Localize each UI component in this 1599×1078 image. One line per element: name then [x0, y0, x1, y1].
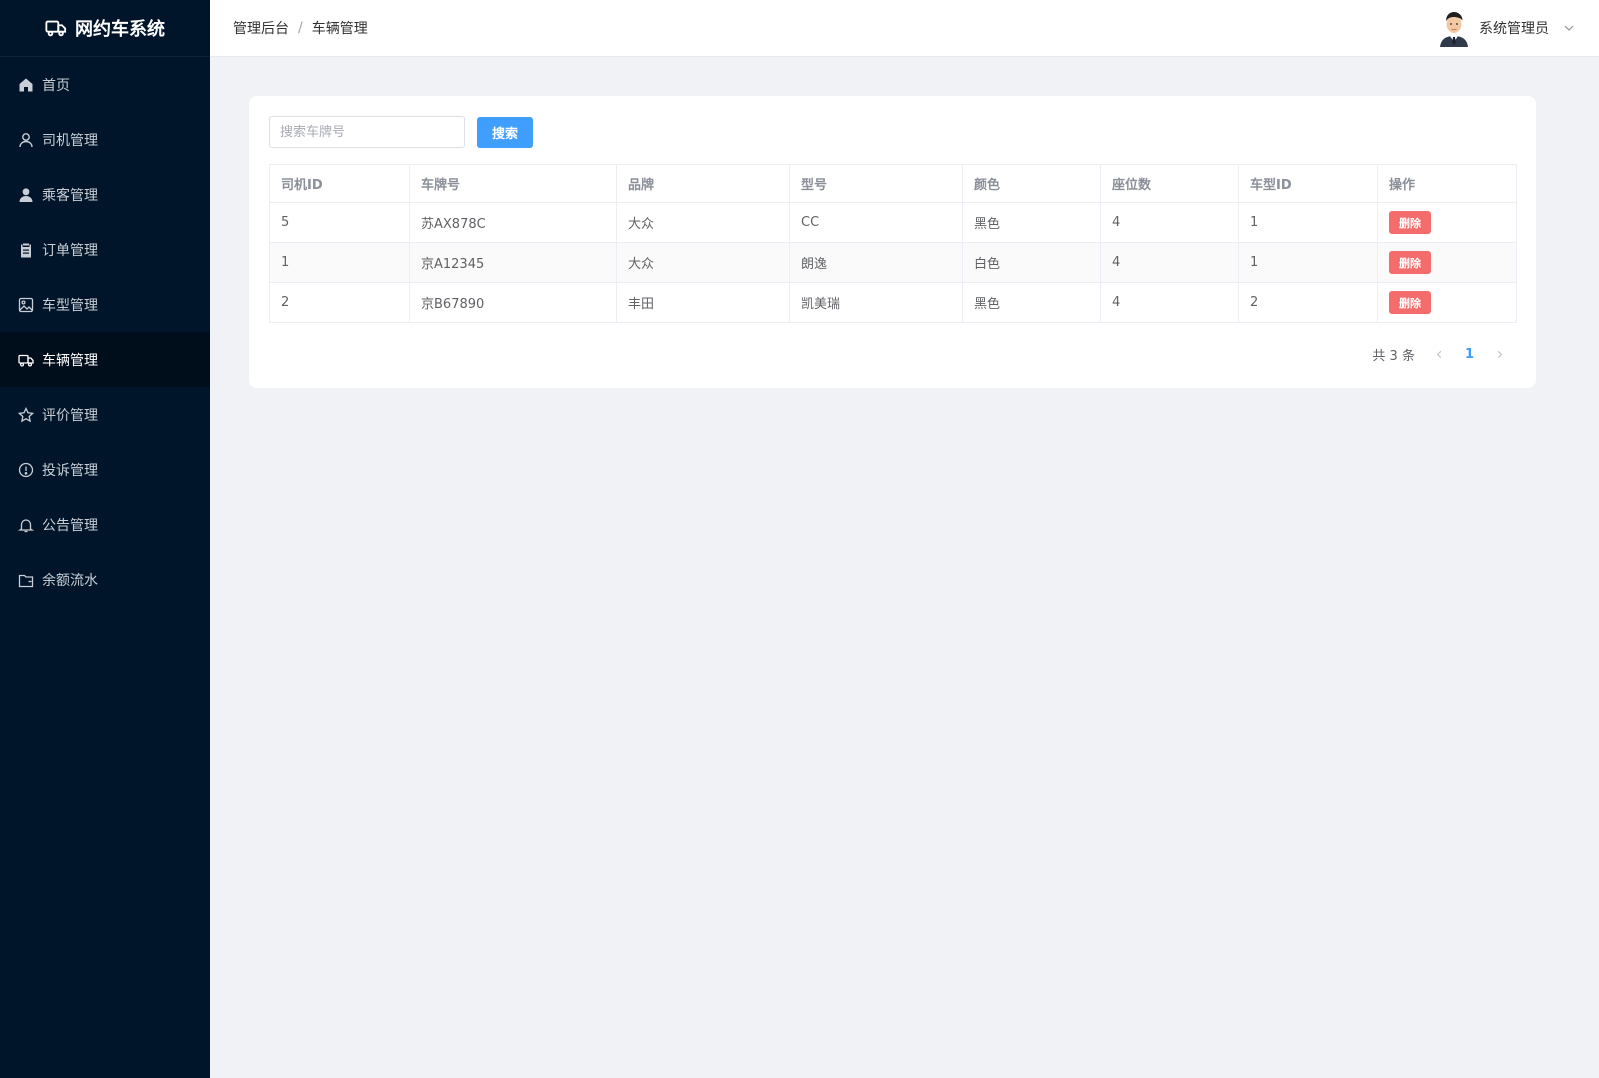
sidebar-item-passengers[interactable]: 乘客管理	[0, 167, 210, 222]
star-icon	[18, 406, 34, 423]
cell-plate: 京B67890	[409, 282, 617, 323]
cell-plate: 京A12345	[409, 242, 617, 283]
cell-actions: 删除	[1377, 202, 1517, 243]
cell-brand: 大众	[616, 242, 790, 283]
sidebar-item-label: 公告管理	[42, 517, 98, 534]
cell-brand: 丰田	[616, 282, 790, 323]
sidebar-item-drivers[interactable]: 司机管理	[0, 112, 210, 167]
table-row: 5 苏AX878C 大众 CC 黑色 4 1 删除	[269, 202, 1517, 243]
cell-plate: 苏AX878C	[409, 202, 617, 243]
table-row: 2 京B67890 丰田 凯美瑞 黑色 4 2 删除	[269, 282, 1517, 323]
avatar	[1440, 12, 1468, 47]
table-body: 5 苏AX878C 大众 CC 黑色 4 1 删除 1 京A12345 大众 朗…	[269, 202, 1517, 323]
chevron-right-icon	[1497, 350, 1502, 359]
sidebar-item-complaints[interactable]: 投诉管理	[0, 442, 210, 497]
sidebar-item-label: 余额流水	[42, 572, 98, 589]
home-icon	[18, 77, 34, 93]
page-number[interactable]: 1	[1465, 347, 1474, 362]
chevron-down-icon	[1564, 25, 1574, 31]
column-header: 操作	[1377, 164, 1517, 203]
cell-driver-id: 2	[269, 282, 410, 323]
sidebar-menu: 首页 司机管理 乘客管理 订单管理 车型管理 车辆管理 评价管理 投诉管理 公告…	[0, 57, 210, 607]
user-name: 系统管理员	[1479, 21, 1549, 37]
sidebar-item-announcements[interactable]: 公告管理	[0, 497, 210, 552]
cell-model: CC	[789, 202, 963, 243]
column-header: 颜色	[962, 164, 1101, 203]
sidebar-item-orders[interactable]: 订单管理	[0, 222, 210, 277]
app-title: 网约车系统	[75, 19, 165, 40]
sidebar-item-car-types[interactable]: 车型管理	[0, 277, 210, 332]
delete-button[interactable]: 删除	[1389, 251, 1431, 274]
vehicle-card: 搜索 司机ID 车牌号 品牌 型号 颜色 座位数	[249, 96, 1536, 388]
sidebar-item-label: 订单管理	[42, 242, 98, 259]
user-outline-icon	[18, 132, 34, 148]
breadcrumb: 管理后台 / 车辆管理	[233, 18, 368, 38]
cell-driver-id: 5	[269, 202, 410, 243]
app-root: 网约车系统 首页 司机管理 乘客管理 订单管理 车型管理 车辆管理 评价管理 投…	[0, 0, 1599, 1078]
top-header: 管理后台 / 车辆管理 系统管理员	[210, 0, 1599, 57]
clipboard-icon	[18, 242, 34, 258]
bell-icon	[18, 517, 34, 533]
truck-icon	[45, 20, 67, 37]
vehicle-table: 司机ID 车牌号 品牌 型号 颜色 座位数 车型ID 操作 5 苏AX878C …	[269, 164, 1517, 323]
search-toolbar: 搜索	[269, 116, 1516, 148]
main-area: 管理后台 / 车辆管理 系统管理员 搜索车牌号 搜索 司机ID 车牌号 品牌 型…	[210, 0, 1599, 1078]
column-header: 车牌号	[409, 164, 617, 203]
cell-brand: 大众	[616, 202, 790, 243]
breadcrumb-item-home[interactable]: 管理后台	[233, 18, 289, 38]
cell-actions: 删除	[1377, 282, 1517, 323]
sidebar-item-label: 车辆管理	[42, 352, 98, 369]
delete-button[interactable]: 删除	[1389, 291, 1431, 314]
search-button[interactable]: 搜索	[477, 116, 534, 148]
column-header: 品牌	[616, 164, 790, 203]
sidebar-item-vehicles[interactable]: 车辆管理	[0, 332, 210, 387]
cell-actions: 删除	[1377, 242, 1517, 283]
sidebar-item-reviews[interactable]: 评价管理	[0, 387, 210, 442]
sidebar-item-balance[interactable]: 余额流水	[0, 552, 210, 607]
table-row: 1 京A12345 大众 朗逸 白色 4 1 删除	[269, 242, 1517, 283]
cell-seats: 4	[1100, 282, 1239, 323]
sidebar-item-label: 投诉管理	[42, 462, 98, 479]
cell-color: 黑色	[962, 282, 1101, 323]
search-input[interactable]	[269, 116, 465, 148]
cell-seats: 4	[1100, 202, 1239, 243]
next-page-button[interactable]	[1492, 348, 1506, 362]
sidebar-item-label: 司机管理	[42, 132, 98, 149]
content-area: 搜索 司机ID 车牌号 品牌 型号 颜色 座位数	[210, 57, 1599, 388]
cell-type-id: 1	[1238, 202, 1378, 243]
column-header: 车型ID	[1238, 164, 1378, 203]
breadcrumb-separator: /	[298, 20, 303, 36]
cell-model: 凯美瑞	[789, 282, 963, 323]
breadcrumb-item-current: 车辆管理	[311, 21, 368, 37]
wallet-icon	[18, 572, 34, 588]
sidebar-item-label: 评价管理	[42, 407, 98, 424]
cell-seats: 4	[1100, 242, 1239, 283]
pagination: 共 3 条 1	[269, 345, 1516, 364]
truck-icon	[18, 352, 34, 368]
user-solid-icon	[18, 187, 34, 203]
cell-type-id: 1	[1238, 242, 1378, 283]
chevron-left-icon	[1437, 350, 1442, 359]
app-logo: 网约车系统	[0, 0, 210, 57]
cell-model: 朗逸	[789, 242, 963, 283]
cell-color: 黑色	[962, 202, 1101, 243]
cell-driver-id: 1	[269, 242, 410, 283]
prev-page-button[interactable]	[1433, 348, 1447, 362]
table-header: 司机ID 车牌号 品牌 型号 颜色 座位数 车型ID 操作	[269, 164, 1517, 203]
warning-icon	[18, 462, 34, 478]
sidebar-item-home[interactable]: 首页	[0, 57, 210, 112]
pagination-total: 共 3 条	[1372, 349, 1415, 364]
sidebar: 网约车系统 首页 司机管理 乘客管理 订单管理 车型管理 车辆管理 评价管理 投…	[0, 0, 210, 1078]
sidebar-item-label: 乘客管理	[42, 187, 98, 204]
user-menu[interactable]: 系统管理员	[1437, 9, 1575, 47]
cell-type-id: 2	[1238, 282, 1378, 323]
cell-color: 白色	[962, 242, 1101, 283]
column-header: 座位数	[1100, 164, 1239, 203]
sidebar-item-label: 首页	[42, 77, 70, 94]
column-header: 司机ID	[269, 164, 410, 203]
picture-icon	[18, 297, 34, 313]
sidebar-item-label: 车型管理	[42, 297, 98, 314]
column-header: 型号	[789, 164, 963, 203]
delete-button[interactable]: 删除	[1389, 211, 1431, 234]
